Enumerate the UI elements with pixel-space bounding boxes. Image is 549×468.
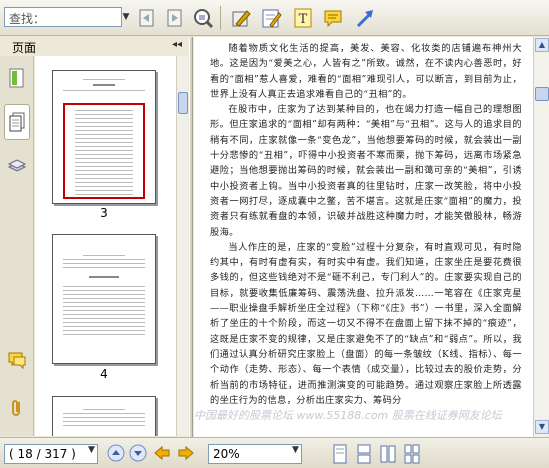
layers-icon[interactable] xyxy=(4,148,30,184)
page-dropdown-icon[interactable]: ▼ xyxy=(88,445,95,455)
scroll-up-icon[interactable]: ▲ xyxy=(535,38,549,52)
thumbnail-page-5[interactable] xyxy=(52,396,156,436)
toolbar-divider xyxy=(220,6,221,30)
side-tab-strip xyxy=(0,56,34,436)
text-tool-icon[interactable]: T xyxy=(290,5,316,31)
thumbnail-pane: 3 4 xyxy=(35,56,185,436)
document-scrollbar[interactable]: ▲ ▼ xyxy=(533,37,549,437)
document-text: 随着物质文化生活的提高，美发、美容、化妆类的店铺遍布神州大地。这是因为“爱美之心… xyxy=(210,41,522,408)
thumbnail-page-3[interactable] xyxy=(52,70,156,204)
search-dropdown-icon[interactable]: ▼ xyxy=(120,7,132,27)
collapse-panel-icon[interactable]: ◂◂ xyxy=(172,39,182,50)
paragraph-1: 随着物质文化生活的提高，美发、美容、化妆类的店铺遍布神州大地。这是因为“爱美之心… xyxy=(210,43,522,100)
paragraph-3: 当人作庄的是，庄家的“变脸”过程十分复杂，有时直观可见，有时隐约其中，有时有虚有… xyxy=(210,241,522,406)
continuous-view-icon[interactable] xyxy=(354,443,374,465)
zoom-dropdown-icon[interactable]: ▼ xyxy=(292,445,299,455)
page-forward-icon[interactable] xyxy=(162,5,188,31)
panel-header: 页面 ◂◂ xyxy=(0,37,190,55)
continuous-facing-view-icon[interactable] xyxy=(402,443,422,465)
go-forward-icon[interactable] xyxy=(176,443,196,463)
go-back-icon[interactable] xyxy=(152,443,172,463)
panel-title: 页面 xyxy=(12,41,37,55)
zoom-input[interactable]: 20% xyxy=(208,444,302,464)
scroll-down-icon[interactable]: ▼ xyxy=(535,420,549,434)
single-page-view-icon[interactable] xyxy=(330,443,350,465)
highlight-pen-icon[interactable] xyxy=(228,5,254,31)
comments-icon[interactable] xyxy=(4,342,30,378)
svg-text:T: T xyxy=(299,12,308,27)
arrow-tool-icon[interactable] xyxy=(352,5,378,31)
top-toolbar: 查找： ▼ T xyxy=(0,0,549,36)
watermark-text: 中国最好的股票论坛 www.55188.com 股票在线证券网友论坛 xyxy=(194,409,502,422)
first-page-icon[interactable] xyxy=(106,443,126,463)
next-page-icon[interactable] xyxy=(128,443,148,463)
note-pad-icon[interactable] xyxy=(258,5,284,31)
bookmark-icon[interactable] xyxy=(4,60,30,96)
search-input[interactable]: 查找： xyxy=(4,7,122,27)
thumbnail-label-3: 3 xyxy=(100,206,108,220)
attachment-icon[interactable] xyxy=(4,390,30,426)
document-scroll-thumb[interactable] xyxy=(535,87,549,101)
thumbnail-scrollbar[interactable] xyxy=(176,56,188,436)
comment-icon[interactable] xyxy=(320,5,346,31)
page-back-icon[interactable] xyxy=(134,5,160,31)
panel-splitter[interactable] xyxy=(189,37,193,437)
bottom-navigation-bar: ( 18 / 317 ) ▼ 20% ▼ xyxy=(0,437,549,468)
pdf-reader-window: 查找： ▼ T 页面 ◂◂ 3 4 随着物质文化生活的提高，美发、美容、化妆类的… xyxy=(0,0,549,468)
pages-icon[interactable] xyxy=(4,104,30,140)
paragraph-2: 在股市中，庄家为了达到某种目的，也在竭力打造一幅自己的理想图形。但庄家追求的“面… xyxy=(210,104,522,238)
zoom-search-icon[interactable] xyxy=(190,5,216,31)
page-number-input[interactable]: ( 18 / 317 ) xyxy=(4,444,98,464)
thumbnail-label-4: 4 xyxy=(100,367,108,381)
document-view[interactable]: 随着物质文化生活的提高，美发、美容、化妆类的店铺遍布神州大地。这是因为“爱美之心… xyxy=(194,37,533,437)
thumbnail-page-4[interactable] xyxy=(52,234,156,364)
thumbnail-scroll-thumb[interactable] xyxy=(178,92,188,114)
facing-view-icon[interactable] xyxy=(378,443,398,465)
